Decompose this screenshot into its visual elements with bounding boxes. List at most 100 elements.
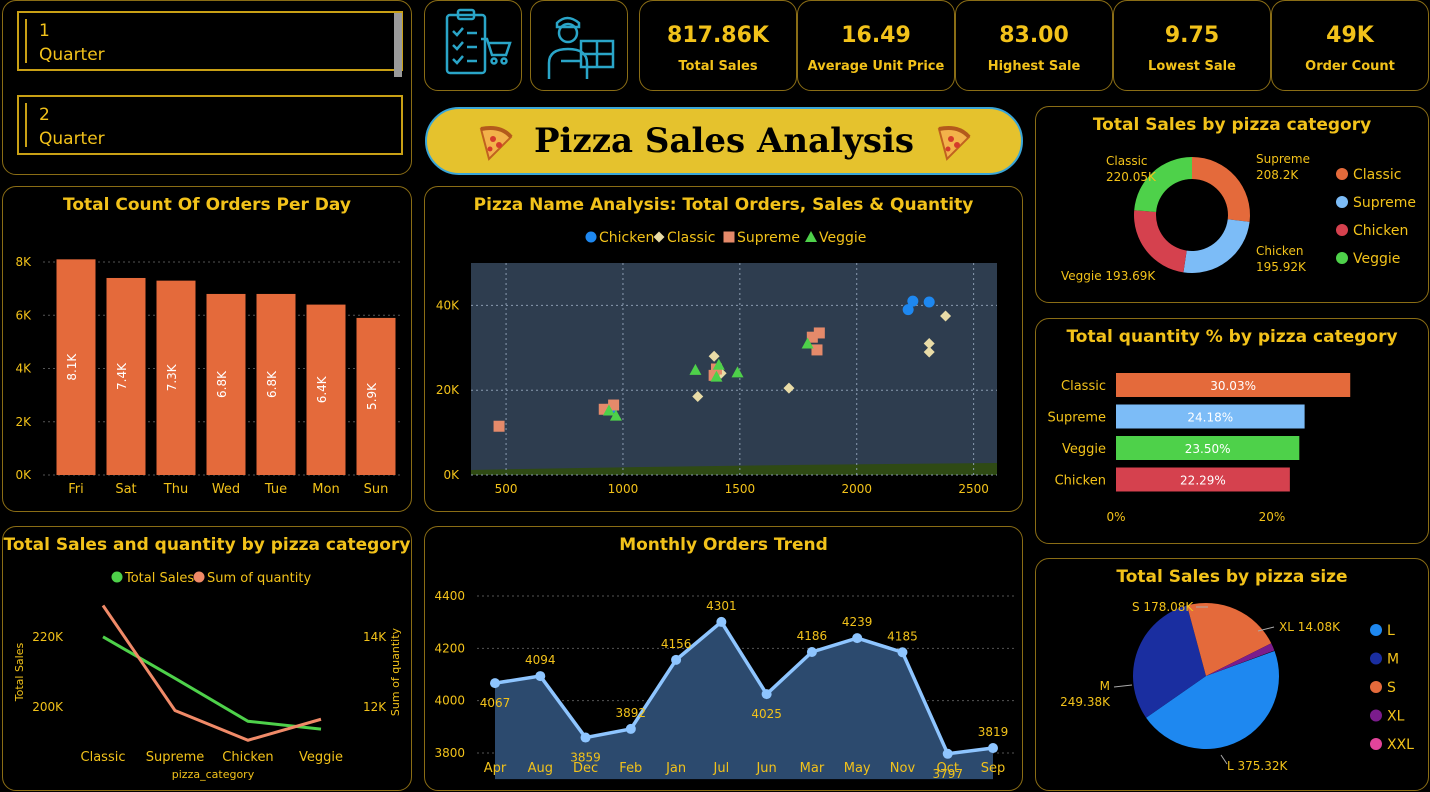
x-tick-label: Veggie: [299, 750, 343, 765]
bar-data-label: 24.18%: [1187, 411, 1233, 425]
y2-axis-title: Sum of quantity: [389, 627, 402, 716]
kpi-value: 16.49: [841, 23, 911, 48]
scatter-point: [923, 296, 935, 308]
x-tick-label: Jan: [665, 761, 686, 776]
y2-tick-label: 12K: [363, 700, 387, 714]
bar-data-label: 23.50%: [1185, 442, 1231, 456]
bar-data-label: 22.29%: [1180, 474, 1226, 488]
icon-tile-orders: [424, 0, 522, 91]
kpi-highest-sale: 83.00 Highest Sale: [955, 0, 1113, 91]
x-tick-label: Sun: [364, 482, 389, 497]
quantity-pct-panel: Total quantity % by pizza category 30.03…: [1035, 318, 1429, 544]
x-tick-label: Tue: [264, 482, 287, 497]
quarter-slicer-2[interactable]: 2 Quarter: [17, 95, 403, 155]
x-tick-label: 20%: [1259, 510, 1286, 524]
x-tick-label: Aug: [528, 761, 553, 776]
x-tick-label: 1000: [608, 482, 639, 496]
quarter-slicer-1[interactable]: 1 Quarter: [17, 11, 403, 71]
data-label: 4025: [751, 707, 782, 721]
donut-slice: [1192, 157, 1250, 222]
scatter-point: [805, 231, 817, 242]
slicer-scrollbar[interactable]: [394, 13, 402, 77]
bar-data-label: 6.8K: [215, 370, 229, 398]
sales-by-size-panel: Total Sales by pizza size L 375.32K M 249.…: [1035, 558, 1429, 791]
x-tick-label: 1500: [725, 482, 756, 496]
category-label: Classic: [1061, 379, 1106, 394]
x-tick-label: Chicken: [222, 750, 273, 765]
x-tick-label: Sep: [981, 761, 1006, 776]
x-tick-label: Oct: [936, 761, 958, 776]
legend-marker: [1370, 709, 1382, 722]
bar-data-label: 6.4K: [315, 375, 329, 403]
data-point: [580, 732, 591, 743]
y-tick-label: 8K: [15, 255, 32, 269]
y-tick-label: 4400: [434, 589, 465, 603]
plot-background: [471, 263, 997, 475]
bar-data-label: 7.4K: [115, 362, 129, 390]
dashboard-title: Pizza Sales Analysis: [533, 121, 915, 161]
orders-per-day-panel: Total Count Of Orders Per Day 0K 2K 4K 6K 8K…: [2, 186, 412, 512]
x-axis-title: pizza_category: [172, 768, 255, 781]
slice-category-label: M: [1100, 679, 1110, 693]
donut-slice: [1183, 219, 1250, 273]
y-tick-label: 220K: [32, 630, 64, 644]
y-tick-label: 0K: [15, 468, 32, 482]
x-tick-label: Thu: [163, 482, 188, 497]
slicer-panel: 1 Quarter 2 Quarter: [2, 0, 412, 175]
legend-label: XL: [1387, 709, 1405, 725]
pizza-name-analysis-panel: Pizza Name Analysis: Total Orders, Sales…: [424, 186, 1023, 512]
legend-label: XXL: [1387, 737, 1414, 753]
legend-label: Veggie: [819, 230, 866, 246]
kpi-label: Total Sales: [678, 59, 758, 74]
scatter-point: [723, 231, 735, 243]
x-tick-label: Sat: [115, 482, 136, 497]
y-tick-label: 3800: [434, 746, 465, 760]
delivery-person-icon: [547, 16, 615, 79]
slice-data-label: S 178.08K: [1132, 600, 1194, 614]
y-tick-label: 4000: [434, 694, 465, 708]
kpi-order-count: 49K Order Count: [1271, 0, 1429, 91]
x-tick-label: Jul: [713, 761, 730, 776]
scatter-point: [493, 420, 505, 432]
y-tick-label: 20K: [436, 383, 460, 397]
data-point: [852, 633, 863, 644]
slicer-label: Quarter: [39, 129, 105, 149]
kpi-total-sales: 817.86K Total Sales: [639, 0, 797, 91]
pizza-slice-icon: [937, 126, 971, 161]
slice-category-label: Classic: [1106, 154, 1148, 168]
sales-by-category-donut: Classic 220.05K Supreme 208.2K Chicken 195.92…: [1061, 152, 1416, 283]
bar-data-label: 5.9K: [365, 382, 379, 410]
slicer-number: 2: [39, 105, 50, 125]
x-tick-label: Mon: [312, 482, 339, 497]
data-point: [490, 678, 500, 689]
legend-marker: [1370, 738, 1382, 750]
legend-marker: [1336, 224, 1348, 236]
sales-by-category-panel: Total Sales by pizza category Classic 220…: [1035, 106, 1429, 303]
scatter-point: [902, 304, 914, 316]
slice-data-label: 208.2K: [1256, 168, 1299, 182]
legend-label: Classic: [667, 230, 715, 246]
slice-data-label: Veggie 193.69K: [1061, 269, 1156, 283]
x-tick-label: 2500: [958, 482, 989, 496]
data-point: [897, 647, 908, 658]
kpi-value: 49K: [1326, 23, 1374, 48]
x-tick-label: Apr: [484, 761, 507, 776]
legend-label: S: [1387, 680, 1396, 696]
y-tick-label: 4200: [434, 641, 465, 655]
category-label: Chicken: [1055, 474, 1106, 489]
quantity-pct-chart: 30.03% Classic 24.18% Supreme 23.50% Veggie 22…: [1048, 373, 1351, 524]
slice-data-label: 195.92K: [1256, 260, 1307, 274]
legend-marker: [193, 571, 205, 583]
kpi-value: 9.75: [1164, 23, 1220, 48]
kpi-average-unit-price: 16.49 Average Unit Price: [797, 0, 955, 91]
x-tick-label: 0%: [1106, 510, 1125, 524]
y-tick-label: 200K: [32, 700, 64, 714]
kpi-value: 83.00: [999, 23, 1069, 48]
legend-label: Total Sales: [124, 571, 194, 586]
x-tick-label: Mar: [800, 761, 825, 776]
legend-label: Classic: [1353, 167, 1401, 183]
scatter-point: [585, 231, 597, 243]
slicer-number: 1: [39, 21, 50, 41]
data-label: 4239: [842, 615, 873, 629]
kpi-label: Highest Sale: [987, 59, 1081, 74]
